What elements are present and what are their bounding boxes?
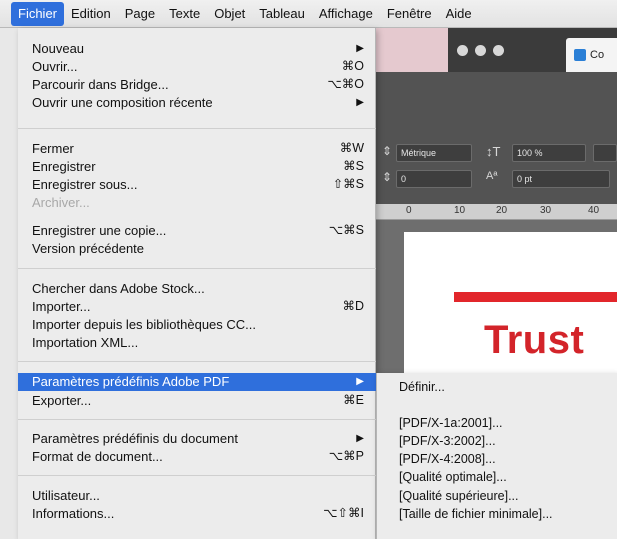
submenu-item-pdfx1a[interactable]: [PDF/X-1a:2001]... xyxy=(377,415,617,432)
ruler-tick: 0 xyxy=(406,205,412,216)
menu-item-exporter[interactable]: Exporter... ⌘E xyxy=(18,392,376,409)
shortcut-label: ⇧⌘S xyxy=(332,177,364,191)
document-tab[interactable]: Co xyxy=(566,38,617,72)
menu-item-informations[interactable]: Informations... ⌥⇧⌘I xyxy=(18,505,376,522)
menu-separator xyxy=(18,361,376,362)
baseline-shift-icon: Aª xyxy=(486,170,498,182)
shortcut-label: ⌘E xyxy=(343,393,364,407)
shortcut-label: ⌥⌘O xyxy=(327,77,364,91)
menu-item-composition-recente[interactable]: Ouvrir une composition récente ▶ xyxy=(18,94,376,111)
shortcut-label: ⌥⇧⌘I xyxy=(323,506,364,520)
menu-item-enregistrer-sous[interactable]: Enregistrer sous... ⇧⌘S xyxy=(18,176,376,193)
menu-item-archiver: Archiver... xyxy=(32,195,90,210)
menu-fichier[interactable]: Fichier xyxy=(11,1,65,26)
menu-item-enregistrer[interactable]: Enregistrer ⌘S xyxy=(18,158,376,175)
menu-item-importer[interactable]: Importer... ⌘D xyxy=(18,298,376,315)
scale-dropdown[interactable] xyxy=(593,144,617,162)
submenu-item-definir[interactable]: Définir... xyxy=(377,379,617,396)
vertical-scale-field[interactable]: 100 % xyxy=(512,144,586,162)
menu-bar: Fichier Edition Page Texte Objet Tableau… xyxy=(0,0,617,28)
menu-item-utilisateur[interactable]: Utilisateur... xyxy=(18,487,376,504)
menu-tableau[interactable]: Tableau xyxy=(252,2,312,26)
submenu-arrow-icon: ▶ xyxy=(356,43,364,54)
submenu-item-pdfx3[interactable]: [PDF/X-3:2002]... xyxy=(377,433,617,450)
menu-page[interactable]: Page xyxy=(118,2,162,26)
menu-item-version-precedente[interactable]: Version précédente xyxy=(18,240,376,257)
indesign-doc-icon xyxy=(574,49,586,61)
menu-aide[interactable]: Aide xyxy=(439,2,479,26)
shortcut-label: ⌘D xyxy=(342,299,364,313)
submenu-arrow-icon: ▶ xyxy=(356,97,364,108)
shortcut-label: ⌥⌘P xyxy=(328,449,364,463)
stepper-icon: ⇕ xyxy=(382,144,393,158)
menu-item-adobe-stock[interactable]: Chercher dans Adobe Stock... xyxy=(18,280,376,297)
minimize-window-dot[interactable] xyxy=(475,45,486,56)
submenu-item-qualite-optimale[interactable]: [Qualité optimale]... xyxy=(377,469,617,486)
control-panel: ⇕ Métrique ↕T 100 % ⇕ 0 Aª 0 pt xyxy=(376,72,617,219)
desktop-background xyxy=(376,28,448,72)
menu-separator xyxy=(18,128,376,129)
baseline-shift-field[interactable]: 0 pt xyxy=(512,170,610,188)
stepper-icon-2: ⇕ xyxy=(382,170,393,184)
menu-item-format-document[interactable]: Format de document... ⌥⌘P xyxy=(18,448,376,465)
ruler-tick: 10 xyxy=(454,205,466,216)
ruler-tick: 30 xyxy=(540,205,552,216)
font-size-icon: ↕T xyxy=(486,144,501,159)
shortcut-label: ⌥⌘S xyxy=(328,223,364,237)
zoom-window-dot[interactable] xyxy=(493,45,504,56)
menu-texte[interactable]: Texte xyxy=(162,2,207,26)
menu-item-nouveau[interactable]: Nouveau ▶ xyxy=(18,40,376,57)
menu-separator xyxy=(18,268,376,269)
menu-affichage[interactable]: Affichage xyxy=(312,2,380,26)
menu-item-parametres-pdf[interactable]: Paramètres prédéfinis Adobe PDF ▶ xyxy=(18,373,376,391)
document-heading: Trust xyxy=(484,318,585,362)
menu-item-fermer[interactable]: Fermer ⌘W xyxy=(18,140,376,157)
submenu-arrow-icon: ▶ xyxy=(356,376,364,387)
menu-separator xyxy=(18,475,376,476)
menu-item-importation-xml[interactable]: Importation XML... xyxy=(18,334,376,351)
menu-edition[interactable]: Edition xyxy=(64,2,118,26)
red-rule xyxy=(454,292,617,302)
submenu-item-qualite-superieure[interactable]: [Qualité supérieure]... xyxy=(377,488,617,505)
shortcut-label: ⌘S xyxy=(343,159,364,173)
submenu-item-taille-minimale[interactable]: [Taille de fichier minimale]... xyxy=(377,506,617,523)
menu-objet[interactable]: Objet xyxy=(207,2,252,26)
ruler-tick: 40 xyxy=(588,205,600,216)
menu-fenetre[interactable]: Fenêtre xyxy=(380,2,439,26)
tracking-field[interactable]: 0 xyxy=(396,170,472,188)
menu-item-ouvrir[interactable]: Ouvrir... ⌘O xyxy=(18,58,376,75)
fichier-menu: Nouveau ▶ Ouvrir... ⌘O Parcourir dans Br… xyxy=(18,28,376,539)
menu-separator xyxy=(18,419,376,420)
submenu-arrow-icon: ▶ xyxy=(356,433,364,444)
menu-item-parametres-document[interactable]: Paramètres prédéfinis du document ▶ xyxy=(18,430,376,447)
submenu-item-pdfx4[interactable]: [PDF/X-4:2008]... xyxy=(377,451,617,468)
kerning-select[interactable]: Métrique xyxy=(396,144,472,162)
shortcut-label: ⌘W xyxy=(339,141,364,155)
close-window-dot[interactable] xyxy=(457,45,468,56)
window-titlebar: Co xyxy=(448,28,617,72)
horizontal-ruler: 0 10 20 30 40 xyxy=(376,204,617,220)
document-tab-label: Co xyxy=(590,49,605,61)
menu-item-enregistrer-copie[interactable]: Enregistrer une copie... ⌥⌘S xyxy=(18,222,376,239)
menu-item-parcourir-bridge[interactable]: Parcourir dans Bridge... ⌥⌘O xyxy=(18,76,376,93)
menu-item-importer-cc[interactable]: Importer depuis les bibliothèques CC... xyxy=(18,316,376,333)
ruler-tick: 20 xyxy=(496,205,508,216)
pdf-presets-submenu: Définir... [PDF/X-1a:2001]... [PDF/X-3:2… xyxy=(376,373,617,539)
shortcut-label: ⌘O xyxy=(341,59,364,73)
